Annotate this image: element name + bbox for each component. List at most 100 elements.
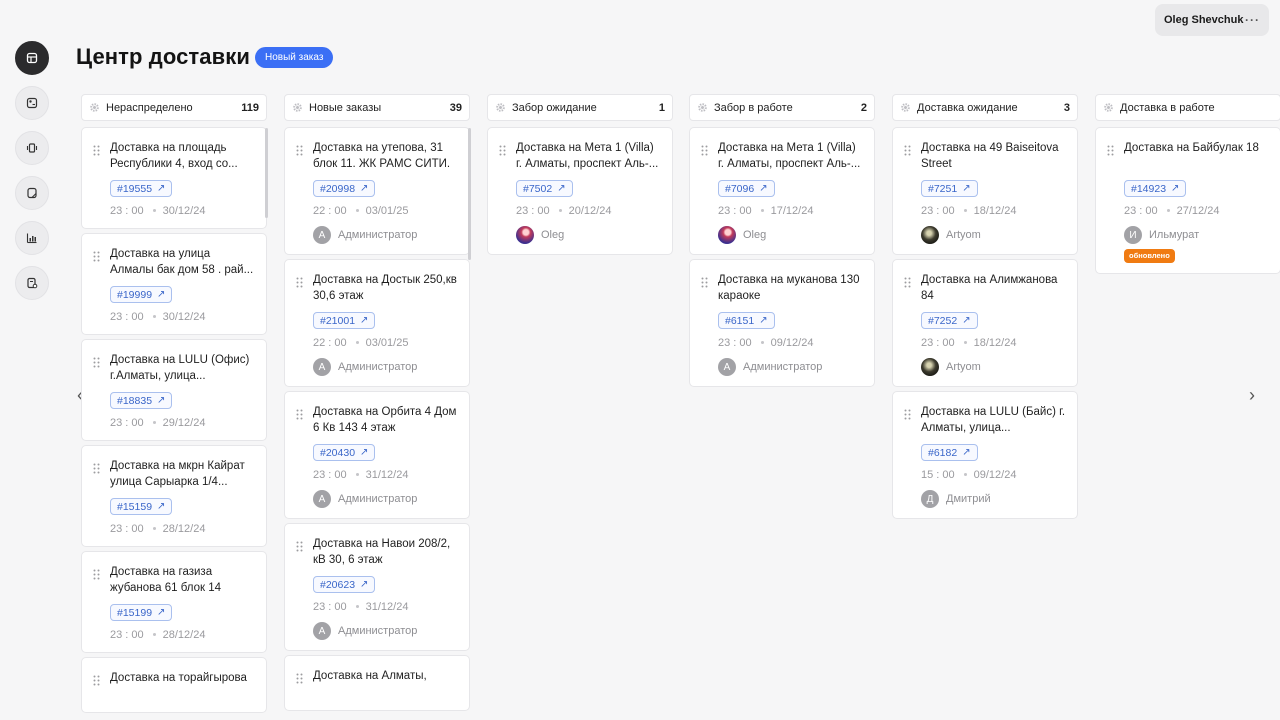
order-title: Доставка на Мета 1 (Villa) г. Алматы, пр… — [516, 142, 659, 170]
drag-handle-icon[interactable] — [904, 277, 911, 288]
column-scrollbar[interactable] — [265, 128, 268, 218]
order-id-link[interactable]: #15199 ↗ — [110, 604, 173, 621]
rail-orders-button[interactable] — [15, 86, 49, 120]
order-card[interactable]: Доставка на LULU (Байс) г. Алматы, улица… — [892, 391, 1078, 519]
column-header[interactable]: Новые заказы 39 — [284, 94, 470, 121]
drag-handle-icon[interactable] — [93, 569, 100, 580]
drag-handle-icon[interactable] — [296, 409, 303, 420]
order-card[interactable]: Доставка на Байбулак 18 #14923 ↗ 23 : 00 27/… — [1095, 127, 1280, 274]
order-card[interactable]: Доставка на муканова 130 караоке #6151 ↗ 23… — [689, 259, 875, 387]
column-count: 1 — [658, 101, 665, 114]
drag-handle-icon[interactable] — [904, 409, 911, 420]
order-schedule: 23 : 00 27/12/24 — [1124, 203, 1270, 218]
order-card[interactable]: Доставка на LULU (Офис) г.Алматы, улица.… — [81, 339, 267, 441]
drag-handle-icon[interactable] — [296, 541, 303, 552]
order-id-link[interactable]: #6151 ↗ — [718, 312, 775, 329]
order-card[interactable]: Доставка на Достык 250,кв 30,6 этаж #2100… — [284, 259, 470, 387]
drag-handle-icon[interactable] — [296, 673, 303, 684]
order-title: Доставка на 49 Baiseitova Street — [921, 142, 1059, 170]
order-date: 20/12/24 — [568, 204, 612, 217]
column-title: Доставка ожидание — [917, 101, 1018, 114]
drag-handle-icon[interactable] — [1107, 145, 1114, 156]
order-card[interactable]: Доставка на Алматы, — [284, 655, 470, 711]
drag-handle-icon[interactable] — [296, 277, 303, 288]
drag-handle-icon[interactable] — [904, 145, 911, 156]
order-id-link[interactable]: #20623 ↗ — [313, 576, 376, 593]
order-id-link[interactable]: #18835 ↗ — [110, 392, 173, 409]
order-assignee: А Администратор — [313, 622, 459, 640]
order-id-link[interactable]: #14923 ↗ — [1124, 180, 1187, 197]
order-card[interactable]: Доставка на мкрн Кайрат улица Сарыарка 1… — [81, 445, 267, 547]
drag-handle-icon[interactable] — [93, 357, 100, 368]
order-assignee: Oleg — [516, 226, 662, 244]
order-id-link[interactable]: #21001 ↗ — [313, 312, 376, 329]
page-title: Центр доставки — [76, 44, 251, 69]
order-id-link[interactable]: #20998 ↗ — [313, 180, 376, 197]
order-title: Доставка на LULU (Офис) г.Алматы, улица.… — [110, 354, 250, 382]
order-id-link[interactable]: #19999 ↗ — [110, 286, 173, 303]
order-assignee: А Администратор — [313, 226, 459, 244]
drag-handle-icon[interactable] — [93, 251, 100, 262]
documents-icon — [27, 187, 37, 199]
external-link-icon: ↗ — [360, 183, 369, 194]
order-card[interactable]: Доставка на 49 Baiseitova Street #7251 ↗ 23… — [892, 127, 1078, 255]
order-id-link[interactable]: #7502 ↗ — [516, 180, 573, 197]
column-scrollbar[interactable] — [468, 128, 471, 260]
order-id-link[interactable]: #15159 ↗ — [110, 498, 173, 515]
drag-handle-icon[interactable] — [701, 145, 708, 156]
assignee-name: Администратор — [338, 625, 418, 637]
scroll-right-button[interactable]: › — [1246, 386, 1258, 404]
rail-reports-button[interactable] — [15, 266, 49, 300]
drag-handle-icon[interactable] — [296, 145, 303, 156]
order-id-link[interactable]: #7252 ↗ — [921, 312, 978, 329]
order-id-link[interactable]: #6182 ↗ — [921, 444, 978, 461]
column-header[interactable]: Забор в работе 2 — [689, 94, 875, 121]
assignee-name: Администратор — [338, 229, 418, 241]
rail-analytics-button[interactable] — [15, 221, 49, 255]
order-title: Доставка на утепова, 31 блок 11. ЖК РАМС… — [313, 142, 451, 170]
order-id: #6182 — [928, 446, 958, 459]
rail-dashboard-button[interactable] — [15, 41, 49, 75]
column-header[interactable]: Доставка ожидание 3 — [892, 94, 1078, 121]
drag-handle-icon[interactable] — [93, 463, 100, 474]
column-header[interactable]: Нераспределено 119 — [81, 94, 267, 121]
rail-documents-button[interactable] — [15, 176, 49, 210]
order-date: 18/12/24 — [973, 336, 1017, 349]
order-card[interactable]: Доставка на Алимжанова 84 #7252 ↗ 23 : 00 18… — [892, 259, 1078, 387]
assignee-name: Artyom — [946, 361, 981, 373]
order-time: 23 : 00 — [313, 468, 347, 481]
order-card[interactable]: Доставка на Орбита 4 Дом 6 Кв 143 4 этаж… — [284, 391, 470, 519]
drag-handle-icon[interactable] — [701, 277, 708, 288]
order-card[interactable]: Доставка на Навои 208/2, кВ 30, 6 этаж #2… — [284, 523, 470, 651]
order-card[interactable]: Доставка на площадь Республики 4, вход с… — [81, 127, 267, 229]
order-time: 23 : 00 — [110, 416, 144, 429]
new-order-button[interactable]: Новый заказ — [255, 47, 334, 68]
more-icon[interactable]: ··· — [1245, 13, 1260, 27]
drag-handle-icon[interactable] — [499, 145, 506, 156]
order-assignee: А Администратор — [718, 358, 864, 376]
order-card[interactable]: Доставка на Мета 1 (Villa) г. Алматы, пр… — [689, 127, 875, 255]
order-card[interactable]: Доставка на утепова, 31 блок 11. ЖК РАМС… — [284, 127, 470, 255]
order-id: #14923 — [1131, 182, 1167, 195]
order-id-link[interactable]: #20430 ↗ — [313, 444, 376, 461]
order-id-link[interactable]: #7096 ↗ — [718, 180, 775, 197]
order-title: Доставка на муканова 130 караоке — [718, 274, 860, 302]
order-card[interactable]: Доставка на газиза жубанова 61 блок 14 #1… — [81, 551, 267, 653]
column-header[interactable]: Забор ожидание 1 — [487, 94, 673, 121]
user-menu[interactable]: Oleg Shevchuk ··· — [1155, 4, 1269, 36]
column-header[interactable]: Доставка в работе — [1095, 94, 1280, 121]
order-id: #19555 — [117, 182, 153, 195]
drag-handle-icon[interactable] — [93, 675, 100, 686]
order-card[interactable]: Доставка на Мета 1 (Villa) г. Алматы, пр… — [487, 127, 673, 255]
order-card[interactable]: Доставка на торайгырова — [81, 657, 267, 713]
column-count: 2 — [860, 101, 867, 114]
order-id-link[interactable]: #19555 ↗ — [110, 180, 173, 197]
separator-dot — [152, 209, 156, 212]
rail-delivery-button[interactable] — [15, 131, 49, 165]
order-date: 09/12/24 — [770, 336, 814, 349]
order-time: 22 : 00 — [313, 336, 347, 349]
order-id-link[interactable]: #7251 ↗ — [921, 180, 978, 197]
column-cards: Доставка на 49 Baiseitova Street #7251 ↗ 23… — [892, 127, 1078, 519]
order-card[interactable]: Доставка на улица Алмалы бак дом 58 . ра… — [81, 233, 267, 335]
drag-handle-icon[interactable] — [93, 145, 100, 156]
